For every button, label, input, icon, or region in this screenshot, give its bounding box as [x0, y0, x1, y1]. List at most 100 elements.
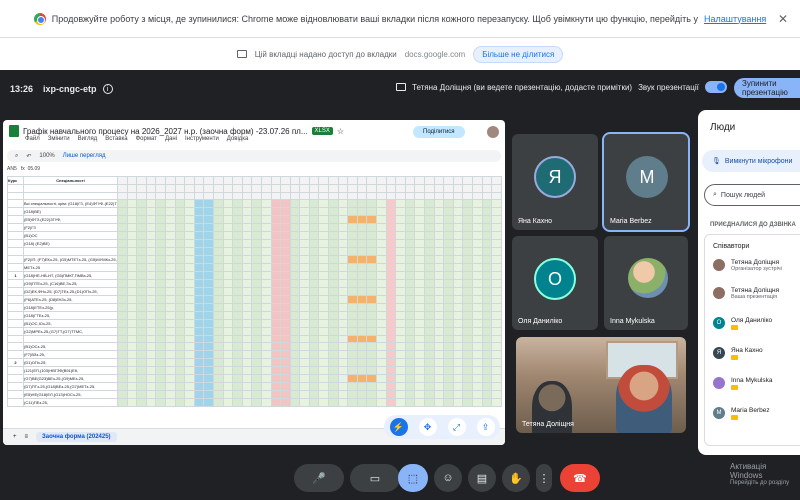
table-cell: (В1)ОС — [23, 231, 118, 241]
people-search-input[interactable]: ⌕ Пошук людей — [704, 184, 800, 206]
table-cell — [7, 223, 24, 233]
list-item[interactable]: Inna Mykulska — [713, 377, 773, 392]
sound-label: Звук презентації — [638, 82, 699, 92]
list-item[interactable]: Тетяна Доліщня Організатор зустрічі — [713, 259, 782, 272]
table-row[interactable]: 2 (D1)ОПз-25, — [7, 358, 502, 368]
table-row[interactable]: (D7)ПТз-25,(G18)ВЕз-25,(G7)МЕТз-25, — [7, 382, 502, 392]
table-row[interactable]: (G2)МРЕз-25,(G7)ТТ,(G7)ТТМС, — [7, 326, 502, 336]
share-icon[interactable]: ⇪ — [476, 418, 495, 436]
menu-file[interactable]: Файл — [25, 136, 40, 142]
list-item[interactable]: Я Яна Кахно — [713, 347, 763, 362]
mic-button[interactable]: 🎤 — [294, 464, 344, 492]
table-cell — [7, 262, 24, 272]
table-cell: Спеціальності — [23, 176, 118, 185]
menu-insert[interactable]: Вставка — [105, 136, 127, 142]
present-button[interactable]: ⬚ — [398, 464, 428, 492]
captions-icon: ▤ — [476, 472, 488, 485]
undo-icon[interactable]: ↶ — [26, 153, 31, 160]
captions-button[interactable]: ▤ — [468, 464, 496, 492]
table-row[interactable]: (G9)ПТЕз-25, (С16)ВЕ,Зз-25, — [7, 278, 502, 288]
table-cell — [7, 199, 24, 209]
table-row[interactable]: (Е5)ФГЗ-(Е22)ЗГУФ, — [7, 215, 502, 225]
star-icon[interactable]: ☆ — [337, 127, 344, 136]
table-row[interactable]: (В1)ОС,ІОз-25, — [7, 318, 502, 328]
participant-tile[interactable]: Inna Mykulska — [604, 236, 688, 330]
sheet-tab[interactable]: Заочна форма (202425) — [36, 432, 117, 442]
member-name: Inna Mykulska — [731, 377, 773, 384]
self-camera-tile[interactable]: Тетяна Доліщня — [516, 337, 686, 433]
menu-edit[interactable]: Змінити — [48, 136, 70, 142]
close-icon[interactable]: ✕ — [778, 12, 788, 26]
table-row[interactable]: (F2)ІП, (F7)ЕКз-25, (G5)МТЕТз-25, (G5)МУ… — [7, 254, 502, 264]
table-row[interactable]: (G18)ВЕ) — [7, 207, 502, 217]
annotate-icon[interactable]: ⚡ — [389, 418, 408, 436]
formula-bar[interactable]: AN5 fx 05.09 — [7, 166, 40, 172]
menu-help[interactable]: Довідка — [227, 136, 249, 142]
table-row[interactable]: МЕТз-25 — [7, 262, 502, 272]
table-cell: (Е5)ФГЗ-(Е22)ЗГУФ, — [23, 215, 118, 225]
share-text: Цій вкладці надано доступ до вкладки — [254, 49, 397, 59]
table-row[interactable]: Курс Спеціальності — [7, 176, 502, 185]
table-row[interactable] — [7, 184, 502, 193]
sheet-toolbar: ⌕ ↶ 100% Лише перегляд — [7, 150, 501, 162]
view-mode-badge[interactable]: Лише перегляд — [63, 153, 106, 159]
camera-button[interactable]: ▭ — [350, 464, 400, 492]
menu-view[interactable]: Вигляд — [78, 136, 98, 142]
table-row[interactable] — [7, 191, 502, 201]
participant-tile[interactable]: О Оля Даниліко — [512, 236, 598, 330]
more-options-button[interactable]: ⋮ — [536, 464, 552, 492]
table-row[interactable]: (D2)ЕК,ФНз-25, (D7)ТЕз-25,(D1)ОПз-25, — [7, 286, 502, 296]
shared-spreadsheet[interactable]: Графік навчального процесу на 2026_2027 … — [3, 120, 505, 445]
leave-call-button[interactable]: ☎ — [560, 464, 600, 492]
table-cell: МЕТз-25 — [23, 262, 118, 272]
table-row[interactable] — [7, 334, 502, 344]
table-row[interactable] — [7, 247, 502, 256]
participant-tile[interactable]: M Maria Berbez — [602, 132, 690, 232]
table-row[interactable]: (В1)ОСз-25, — [7, 342, 502, 352]
all-sheets-icon[interactable]: ≡ — [25, 434, 29, 440]
fullscreen-icon[interactable]: ⤢ — [447, 418, 466, 436]
menu-tools[interactable]: Інструменти — [185, 136, 219, 142]
sound-toggle[interactable] — [704, 81, 727, 93]
table-row[interactable]: (G18) (Е2)ВЕ) — [7, 239, 502, 249]
stop-presenting-button[interactable]: Зупинити презентацію — [734, 78, 800, 98]
list-item[interactable]: О Оля Даниліко — [713, 317, 772, 332]
table-row[interactable]: (F2)ГЗ — [7, 223, 502, 233]
meeting-code: ixp-cngc-etp — [43, 84, 97, 94]
list-item[interactable]: M Maria Berbez — [713, 407, 770, 422]
avatar[interactable] — [487, 126, 499, 138]
table-row[interactable]: 1 (G18)НЕ-НВ-НТ, (G5)ПМКТ,ПМВз-25, — [7, 270, 502, 280]
table-row[interactable]: (G18)ГТЕз-25, — [7, 310, 502, 320]
table-cell: Курс — [7, 176, 24, 185]
share-button[interactable]: Поділитися — [413, 126, 465, 138]
zoom-select[interactable]: 100% — [39, 153, 54, 159]
table-cell — [7, 374, 24, 384]
sheet-grid[interactable]: Курс Спеціальності Всі спеціальності, крім… — [7, 176, 502, 426]
table-row[interactable]: Всі спеціальності, крім: (G18)ГЗ, (Е4)ФГ… — [7, 199, 502, 209]
pointer-icon[interactable]: ✥ — [418, 418, 437, 436]
add-sheet-icon[interactable]: + — [13, 434, 17, 440]
table-row[interactable]: (F6)АТЕз-25, (D8)ЕКЗз-25, — [7, 294, 502, 304]
table-cell — [7, 334, 24, 344]
table-row[interactable]: (В1)ОС — [7, 231, 502, 241]
table-cell — [23, 247, 118, 256]
reactions-button[interactable]: ☺ — [434, 464, 462, 492]
list-item[interactable]: Тетяна Доліщня Ваша презентація — [713, 287, 779, 300]
participant-tile[interactable]: Я Яна Кахно — [512, 134, 598, 230]
menu-format[interactable]: Формат — [136, 136, 157, 142]
table-row[interactable]: (F7)ВЗз-25, — [7, 350, 502, 360]
table-cell — [7, 398, 24, 408]
table-cell — [7, 278, 24, 288]
table-row[interactable]: (G18)ЕТЕз-25(у, — [7, 302, 502, 312]
table-row[interactable]: (G7)ВЕ(G23)ВЕз-25,(G9)МЕз-25, — [7, 374, 502, 384]
search-icon[interactable]: ⌕ — [15, 153, 18, 160]
menu-data[interactable]: Дані — [165, 136, 177, 142]
info-icon[interactable]: i — [102, 84, 113, 94]
settings-link[interactable]: Налаштування — [704, 14, 766, 24]
table-row[interactable]: (Е5)НЕ(G18)ЕЛ,(G13)НОСз-25, — [7, 390, 502, 400]
stop-sharing-button[interactable]: Більше не ділитися — [473, 45, 564, 63]
table-row[interactable]: (С11)ПЕз-25, — [7, 398, 502, 408]
raise-hand-button[interactable]: ✋ — [502, 464, 530, 492]
table-row[interactable]: (121)ЕП,(103)НВГЗФ(В91)ЕК, — [7, 366, 502, 376]
mute-all-button[interactable]: 🎙 Вимкнути мікрофони — [702, 150, 800, 172]
